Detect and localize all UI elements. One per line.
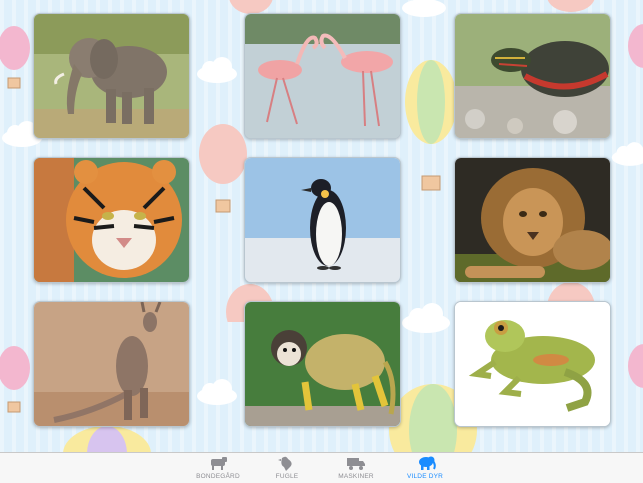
balloon-decoration [0, 26, 30, 89]
penguin-photo [245, 158, 400, 282]
tab-maskiner[interactable]: MASKINER [321, 453, 391, 483]
balloon-decoration [628, 344, 643, 388]
cloud-decoration [611, 142, 643, 166]
lion-photo [455, 158, 610, 282]
balloon-decoration [547, 0, 595, 12]
tile-elephant[interactable] [33, 13, 190, 139]
tile-penguin[interactable] [244, 157, 401, 283]
balloon-decoration [63, 426, 151, 452]
balloon-decoration [0, 346, 30, 413]
tab-vilde-dyr[interactable]: VILDE DYR [390, 453, 460, 483]
kangaroo-photo [34, 302, 189, 426]
bird-icon [278, 456, 292, 471]
tab-label: BONDEGÅRD [196, 473, 240, 480]
tab-label: MASKINER [338, 473, 374, 480]
tile-tiger[interactable] [33, 157, 190, 283]
tab-bar: BONDEGÅRD FUGLE MASKINER VILDE DYR [0, 452, 643, 483]
frog-photo [455, 302, 610, 426]
tab-bondegard[interactable]: BONDEGÅRD [183, 453, 253, 483]
tab-label: FUGLE [275, 473, 299, 480]
cloud-decoration [402, 0, 446, 17]
turtle-photo [455, 14, 610, 138]
balloon-decoration [628, 24, 643, 68]
tile-turtle[interactable] [454, 13, 611, 139]
flamingo-photo [245, 14, 400, 138]
cloud-decoration [402, 303, 450, 333]
cow-icon [211, 457, 227, 470]
balloon-decoration [547, 282, 595, 302]
tab-fugle[interactable]: FUGLE [252, 453, 322, 483]
tile-lion[interactable] [454, 157, 611, 283]
balloon-decoration [199, 124, 247, 213]
tile-monkey[interactable] [244, 301, 401, 427]
tile-kangaroo[interactable] [33, 301, 190, 427]
balloon-decoration [405, 60, 457, 191]
cloud-decoration [197, 57, 237, 83]
monkey-photo [245, 302, 400, 426]
tile-flamingos[interactable] [244, 13, 401, 139]
elephant-photo [34, 14, 189, 138]
balloon-decoration [229, 0, 273, 14]
elephant-icon [419, 456, 436, 470]
truck-icon [347, 458, 365, 470]
tile-frog[interactable] [454, 301, 611, 427]
tab-label: VILDE DYR [406, 473, 444, 480]
cloud-decoration [197, 379, 237, 405]
tiger-photo [34, 158, 189, 282]
